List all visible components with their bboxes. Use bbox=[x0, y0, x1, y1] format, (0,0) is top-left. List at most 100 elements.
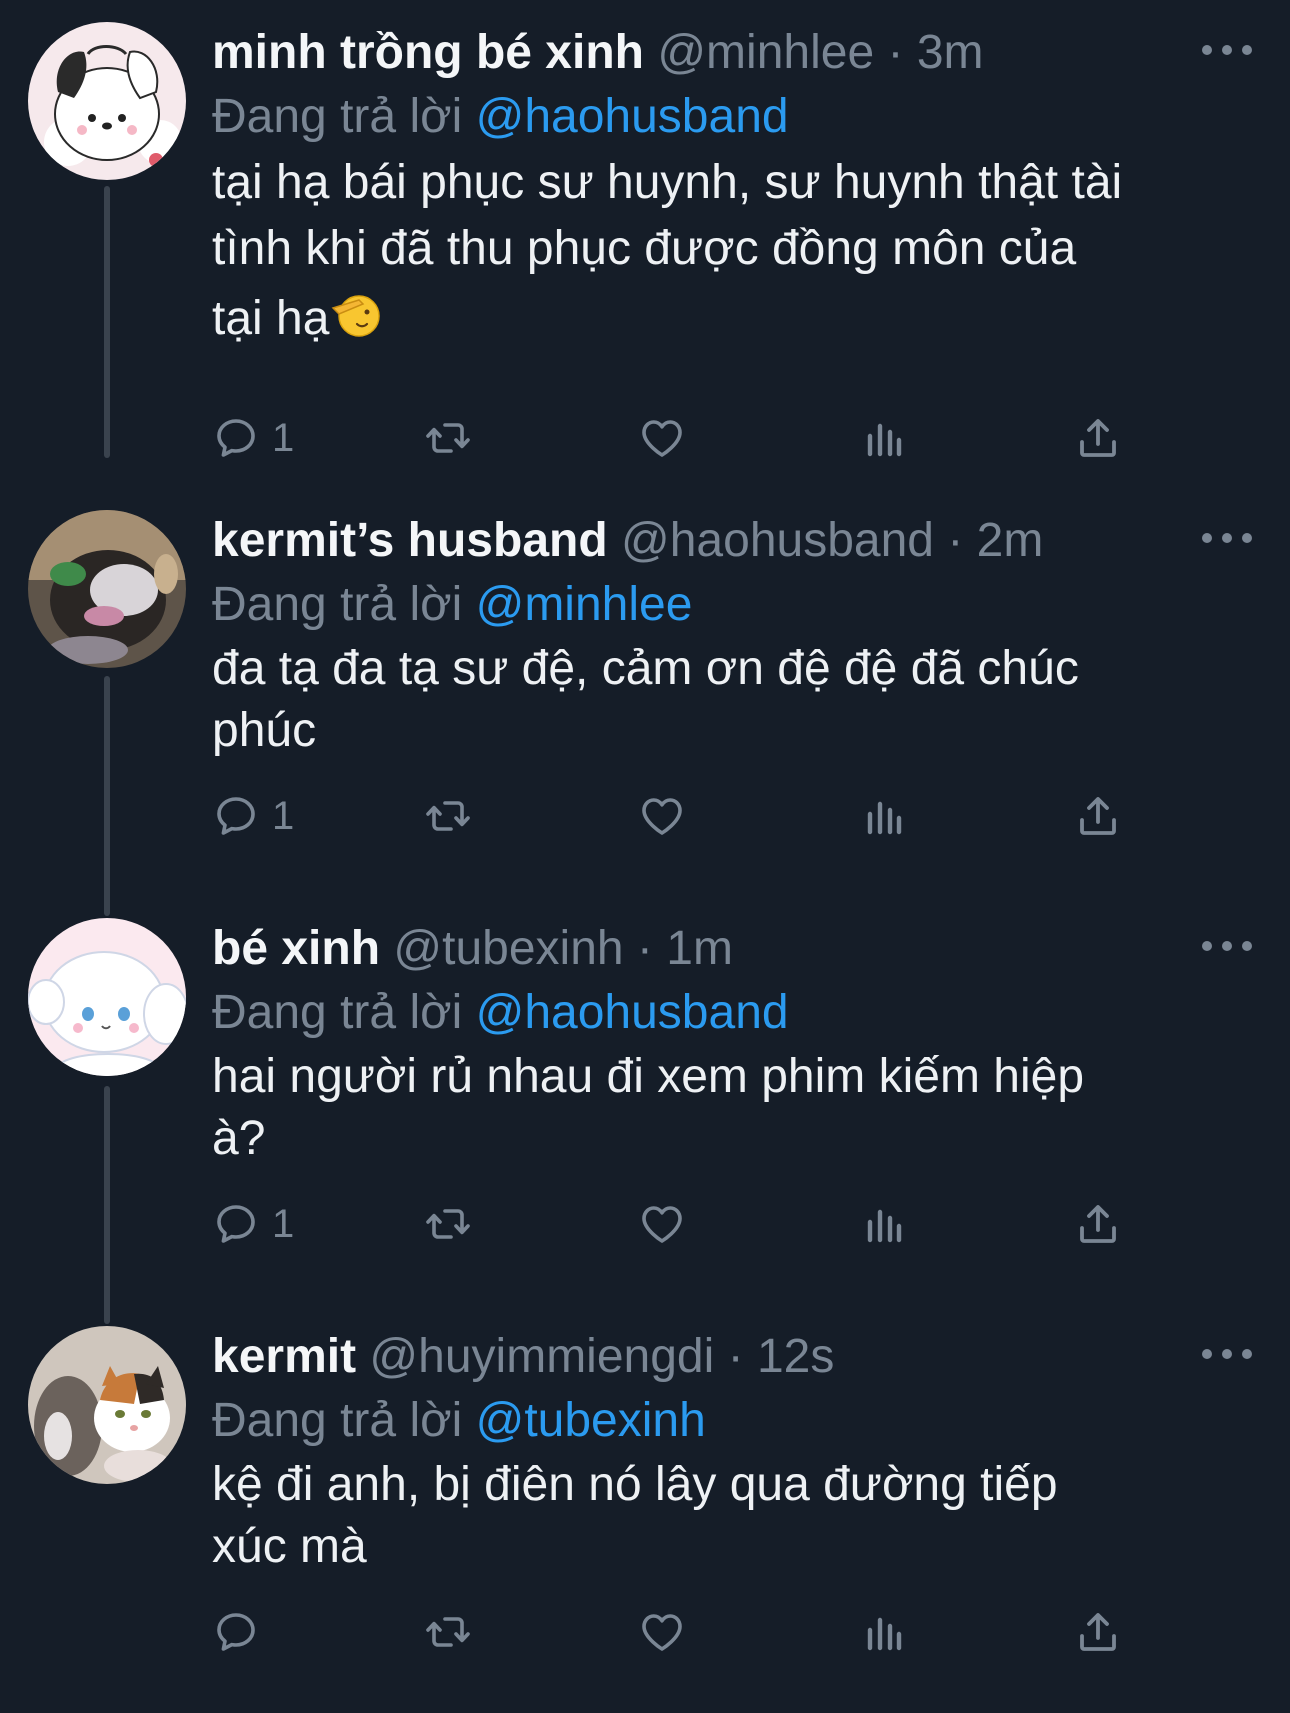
mention-link[interactable]: @haohusband bbox=[476, 90, 789, 143]
avatar[interactable] bbox=[28, 918, 186, 1076]
tweet-actions: 1 bbox=[212, 1194, 1212, 1254]
retweet-icon bbox=[424, 1608, 472, 1656]
like-icon bbox=[638, 1200, 686, 1248]
like-button[interactable] bbox=[638, 1602, 686, 1662]
reply-icon bbox=[212, 1200, 260, 1248]
tweet-text-line: tại hạ bái phục sư huynh, sư huynh thật … bbox=[212, 156, 1123, 209]
avatar[interactable] bbox=[28, 1326, 186, 1484]
replying-to-label: Đang trả lời bbox=[212, 1394, 463, 1447]
timestamp[interactable]: 2m bbox=[977, 514, 1044, 567]
timestamp[interactable]: 12s bbox=[757, 1330, 834, 1383]
tweet-text-line: phúc bbox=[212, 704, 317, 757]
reply-icon bbox=[212, 414, 260, 462]
views-icon bbox=[860, 1608, 908, 1656]
like-icon bbox=[638, 1608, 686, 1656]
share-button[interactable] bbox=[1074, 786, 1122, 846]
retweet-button[interactable] bbox=[424, 1602, 472, 1662]
tweet-actions: 1 bbox=[212, 786, 1212, 846]
display-name[interactable]: kermit bbox=[212, 1330, 356, 1383]
tweet-header: kermit @huyimmiengdi · 12s bbox=[212, 1324, 1290, 1390]
tweet-header: bé xinh @tubexinh · 1m bbox=[212, 916, 1290, 982]
tweet-text: kệ đi anh, bị điên nó lây qua đường tiếp… bbox=[212, 1454, 1272, 1578]
retweet-button[interactable] bbox=[424, 786, 472, 846]
tweet-text-line: kệ đi anh, bị điên nó lây qua đường tiếp bbox=[212, 1458, 1058, 1511]
tweet-actions bbox=[212, 1602, 1212, 1662]
tweet-text: đa tạ đa tạ sư đệ, cảm ơn đệ đệ đã chúc … bbox=[212, 638, 1272, 762]
tweet-text: tại hạ bái phục sư huynh, sư huynh thật … bbox=[212, 150, 1272, 352]
reply-icon bbox=[212, 1608, 260, 1656]
views-button[interactable] bbox=[860, 1194, 908, 1254]
tweet[interactable]: bé xinh @tubexinh · 1m Đang trả lời @hao… bbox=[0, 896, 1290, 1296]
views-button[interactable] bbox=[860, 408, 908, 468]
replying-to: Đang trả lời @tubexinh bbox=[212, 1388, 706, 1454]
views-icon bbox=[860, 1200, 908, 1248]
avatar[interactable] bbox=[28, 510, 186, 668]
reply-icon bbox=[212, 792, 260, 840]
views-icon bbox=[860, 792, 908, 840]
cinnamoroll-avatar-icon bbox=[28, 918, 186, 1076]
replying-to: Đang trả lời @minhlee bbox=[212, 572, 692, 638]
tweet[interactable]: kermit’s husband @haohusband · 2m Đang t… bbox=[0, 488, 1290, 888]
share-icon bbox=[1074, 1608, 1122, 1656]
display-name[interactable]: kermit’s husband bbox=[212, 514, 608, 567]
display-name[interactable]: minh trồng bé xinh bbox=[212, 26, 644, 79]
username[interactable]: @huyimmiengdi bbox=[369, 1330, 714, 1383]
username[interactable]: @haohusband bbox=[621, 514, 934, 567]
views-button[interactable] bbox=[860, 786, 908, 846]
tweet[interactable]: kermit @huyimmiengdi · 12s Đang trả lời … bbox=[0, 1304, 1290, 1713]
avatar[interactable] bbox=[28, 22, 186, 180]
retweet-icon bbox=[424, 414, 472, 462]
username[interactable]: @tubexinh bbox=[393, 922, 623, 975]
tweet-text-line: đa tạ đa tạ sư đệ, cảm ơn đệ đệ đã chúc bbox=[212, 642, 1079, 695]
saluting-face-icon bbox=[332, 295, 381, 337]
share-button[interactable] bbox=[1074, 1194, 1122, 1254]
like-button[interactable] bbox=[638, 408, 686, 468]
share-icon bbox=[1074, 414, 1122, 462]
reply-button[interactable] bbox=[212, 1602, 272, 1662]
tweet-header: kermit’s husband @haohusband · 2m bbox=[212, 508, 1290, 574]
pochacco-avatar-icon bbox=[28, 22, 186, 180]
share-button[interactable] bbox=[1074, 1602, 1122, 1662]
reply-button[interactable]: 1 bbox=[212, 786, 294, 846]
replying-to: Đang trả lời @haohusband bbox=[212, 980, 789, 1046]
replying-to-label: Đang trả lời bbox=[212, 578, 463, 631]
tweet-text-line: à? bbox=[212, 1112, 266, 1165]
tweet-text-line: tình khi đã thu phục được đồng môn của bbox=[212, 222, 1077, 275]
tweet[interactable]: minh trồng bé xinh @minhlee · 3m Đang tr… bbox=[0, 0, 1290, 475]
mention-link[interactable]: @haohusband bbox=[476, 986, 789, 1039]
tweet-text-line: tại hạ bbox=[212, 292, 330, 345]
timestamp[interactable]: 3m bbox=[917, 26, 984, 79]
views-button[interactable] bbox=[860, 1602, 908, 1662]
more-icon[interactable] bbox=[1202, 518, 1252, 558]
blurry-cat-avatar-icon bbox=[28, 510, 186, 668]
share-icon bbox=[1074, 792, 1122, 840]
views-icon bbox=[860, 414, 908, 462]
reply-button[interactable]: 1 bbox=[212, 1194, 294, 1254]
more-icon[interactable] bbox=[1202, 926, 1252, 966]
replying-to-label: Đang trả lời bbox=[212, 986, 463, 1039]
share-button[interactable] bbox=[1074, 408, 1122, 468]
reply-count: 1 bbox=[272, 415, 295, 460]
separator-dot: · bbox=[727, 1330, 744, 1383]
retweet-icon bbox=[424, 792, 472, 840]
like-button[interactable] bbox=[638, 1194, 686, 1254]
reply-button[interactable]: 1 bbox=[212, 408, 294, 468]
like-button[interactable] bbox=[638, 786, 686, 846]
mention-link[interactable]: @tubexinh bbox=[476, 1394, 706, 1447]
more-icon[interactable] bbox=[1202, 30, 1252, 70]
tweet-text-line: hai người rủ nhau đi xem phim kiếm hiệp bbox=[212, 1050, 1085, 1103]
mention-link[interactable]: @minhlee bbox=[476, 578, 693, 631]
reply-count: 1 bbox=[272, 1201, 295, 1246]
timestamp[interactable]: 1m bbox=[666, 922, 733, 975]
display-name[interactable]: bé xinh bbox=[212, 922, 380, 975]
calico-cat-avatar-icon bbox=[28, 1326, 186, 1484]
tweet-header: minh trồng bé xinh @minhlee · 3m bbox=[212, 20, 1290, 86]
reply-count: 1 bbox=[272, 793, 295, 838]
username[interactable]: @minhlee bbox=[657, 26, 874, 79]
retweet-button[interactable] bbox=[424, 1194, 472, 1254]
retweet-button[interactable] bbox=[424, 408, 472, 468]
more-icon[interactable] bbox=[1202, 1334, 1252, 1374]
separator-dot: · bbox=[636, 922, 653, 975]
separator-dot: · bbox=[887, 26, 904, 79]
retweet-icon bbox=[424, 1200, 472, 1248]
